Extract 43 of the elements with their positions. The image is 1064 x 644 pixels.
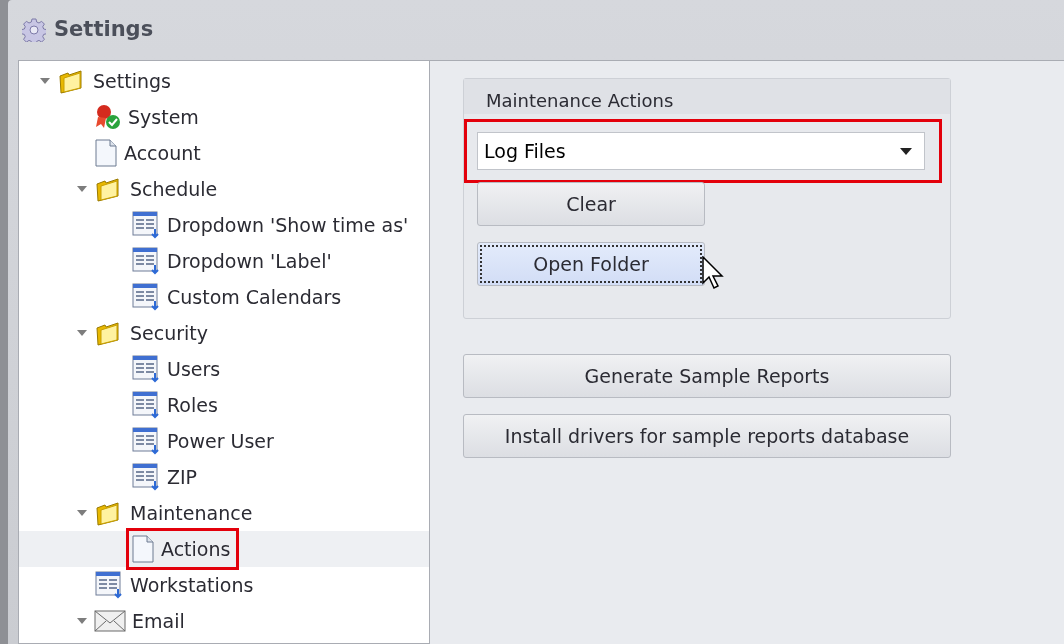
tree-item[interactable]: Settings — [93, 66, 171, 96]
tree-item[interactable]: Dropdown 'Show time as' — [167, 210, 409, 240]
page-icon — [94, 139, 118, 167]
list-icon — [131, 247, 161, 275]
tree-item[interactable]: Roles — [167, 390, 218, 420]
mouse-pointer-icon — [702, 256, 724, 290]
tree-item[interactable]: Users — [167, 354, 221, 384]
tree-item[interactable]: Workstations — [130, 570, 254, 600]
tree-item[interactable]: Maintenance — [130, 498, 253, 528]
tree-item[interactable]: Email — [132, 606, 185, 636]
tree-item[interactable]: ZIP — [167, 462, 198, 492]
tree-item[interactable]: Dropdown 'Label' — [167, 246, 332, 276]
list-icon — [131, 355, 161, 383]
tree-item[interactable]: Power User — [167, 426, 274, 456]
tree-item[interactable]: System — [128, 102, 199, 132]
tree-item[interactable]: Schedule — [130, 174, 218, 204]
list-icon — [94, 571, 124, 599]
dropdown[interactable]: Log Files — [477, 132, 925, 170]
award-icon — [94, 104, 122, 130]
list-icon — [131, 427, 161, 455]
action-button[interactable]: Clear — [477, 182, 705, 226]
expand-arrow-icon[interactable] — [77, 618, 87, 624]
expand-arrow-icon[interactable] — [77, 186, 87, 192]
list-icon — [131, 463, 161, 491]
tree-item[interactable]: Custom Calendars — [167, 282, 342, 312]
expand-arrow-icon[interactable] — [40, 78, 50, 84]
window-title: Settings — [54, 16, 154, 44]
expand-arrow-icon[interactable] — [77, 510, 87, 516]
action-button[interactable]: Open Folder — [477, 242, 705, 286]
action-button[interactable]: Install drivers for sample reports database — [463, 414, 951, 458]
action-button[interactable]: Generate Sample Reports — [463, 354, 951, 398]
expand-arrow-icon[interactable] — [77, 330, 87, 336]
gear-icon — [22, 18, 46, 42]
list-icon — [131, 283, 161, 311]
list-icon — [131, 391, 161, 419]
list-icon — [131, 211, 161, 239]
tree-item[interactable]: Account — [124, 138, 201, 168]
tree-item[interactable]: Actions — [161, 534, 231, 564]
envelope-icon — [94, 608, 126, 634]
group-title: Maintenance Actions — [464, 79, 950, 114]
page-icon — [131, 535, 155, 563]
caret-icon — [900, 147, 912, 155]
tree-item[interactable]: Security — [130, 318, 209, 348]
